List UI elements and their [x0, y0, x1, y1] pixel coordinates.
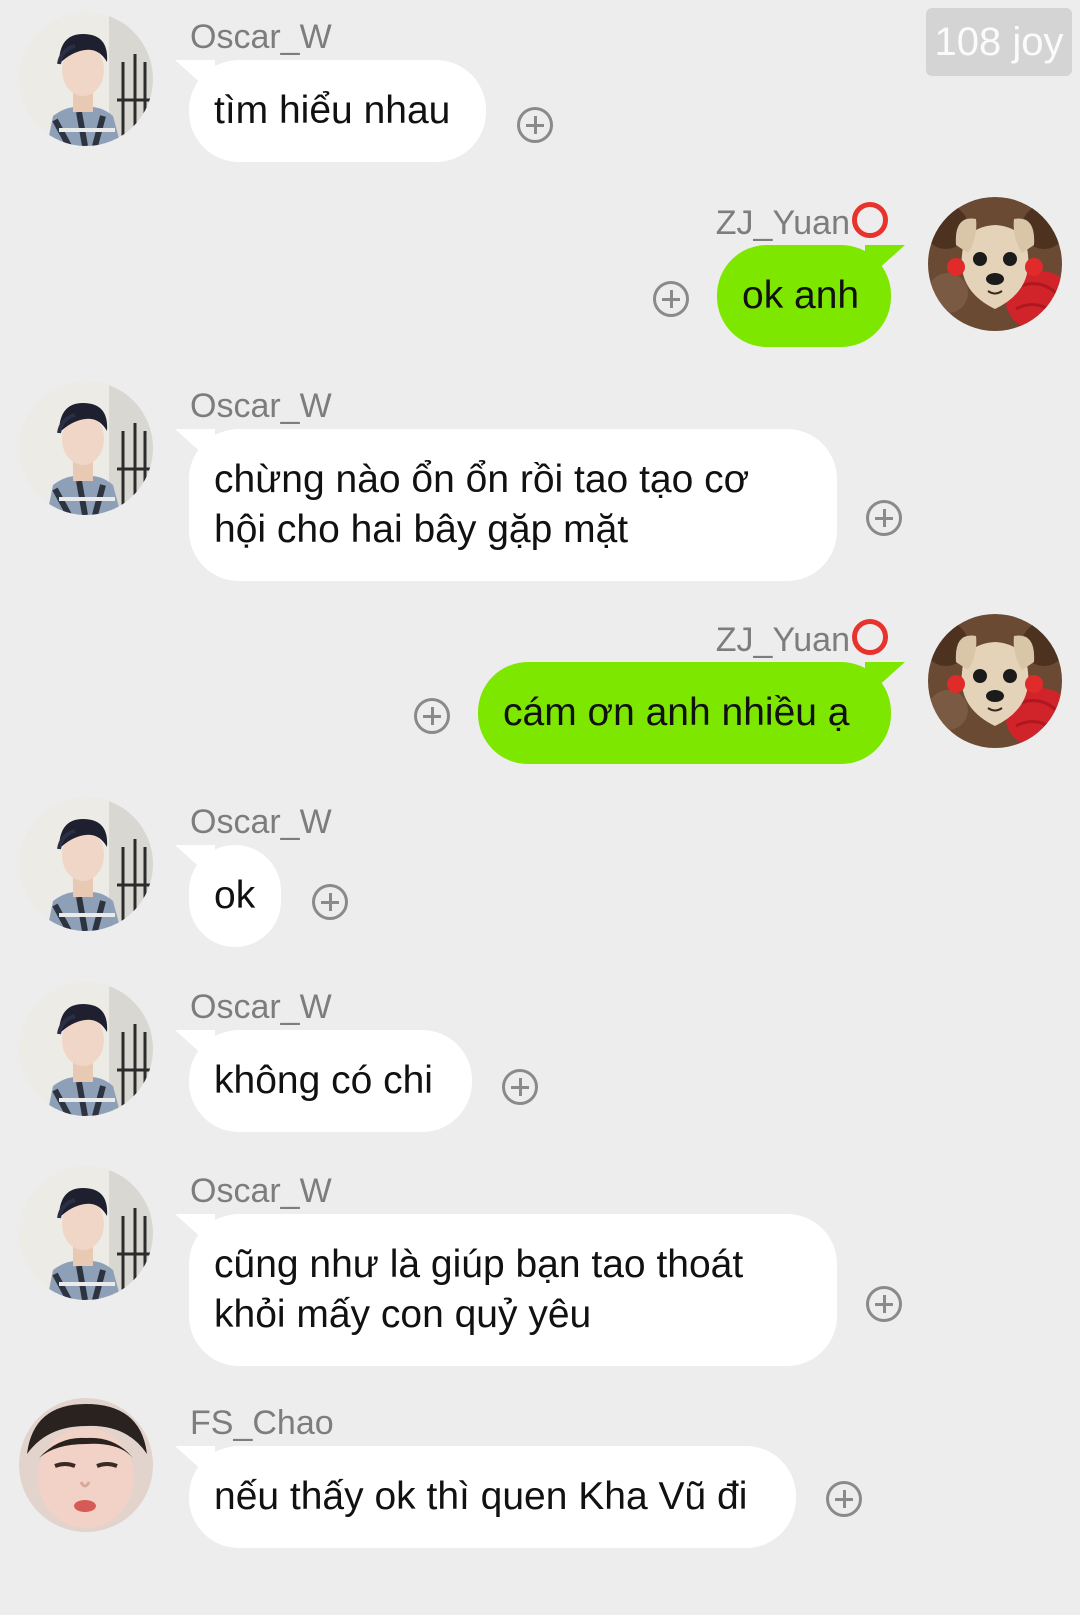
- plus-circle-icon[interactable]: [502, 1069, 538, 1105]
- sender-name: Oscar_W: [190, 988, 332, 1026]
- avatar-oscar-w[interactable]: [19, 12, 153, 146]
- plus-circle-icon[interactable]: [517, 107, 553, 143]
- reaction-count-badge: 108 joy: [926, 8, 1072, 76]
- plus-circle-icon[interactable]: [653, 281, 689, 317]
- status-ring-icon: [852, 202, 888, 238]
- plus-circle-icon[interactable]: [826, 1481, 862, 1517]
- avatar-zj-yuan[interactable]: [928, 197, 1062, 331]
- avatar-fs-chao[interactable]: [19, 1398, 153, 1532]
- plus-circle-icon[interactable]: [866, 500, 902, 536]
- sender-name: ZJ_Yuan: [716, 619, 888, 660]
- plus-circle-icon[interactable]: [414, 698, 450, 734]
- sender-name-text: ZJ_Yuan: [715, 621, 850, 659]
- plus-circle-icon[interactable]: [312, 884, 348, 920]
- avatar-oscar-w[interactable]: [19, 982, 153, 1116]
- avatar-oscar-w[interactable]: [19, 1166, 153, 1300]
- sender-name: Oscar_W: [190, 387, 332, 425]
- avatar-oscar-w[interactable]: [19, 381, 153, 515]
- sender-name: Oscar_W: [190, 803, 332, 841]
- avatar-zj-yuan[interactable]: [928, 614, 1062, 748]
- message-bubble[interactable]: tìm hiểu nhau: [189, 60, 486, 162]
- message-bubble[interactable]: không có chi: [189, 1030, 472, 1132]
- sender-name: ZJ_Yuan: [716, 202, 888, 243]
- message-bubble[interactable]: cũng như là giúp bạn tao thoát khỏi mấy …: [189, 1214, 837, 1366]
- status-ring-icon: [852, 619, 888, 655]
- message-bubble[interactable]: chừng nào ổn ổn rồi tao tạo cơ hội cho h…: [189, 429, 837, 581]
- message-bubble[interactable]: ok: [189, 845, 281, 947]
- plus-circle-icon[interactable]: [866, 1286, 902, 1322]
- sender-name: Oscar_W: [190, 18, 332, 56]
- message-bubble[interactable]: ok anh: [717, 245, 891, 347]
- message-bubble[interactable]: nếu thấy ok thì quen Kha Vũ đi: [189, 1446, 796, 1548]
- avatar-oscar-w[interactable]: [19, 797, 153, 931]
- message-bubble[interactable]: cám ơn anh nhiều ạ: [478, 662, 891, 764]
- sender-name-text: ZJ_Yuan: [715, 204, 850, 242]
- sender-name: FS_Chao: [190, 1404, 334, 1442]
- sender-name: Oscar_W: [190, 1172, 332, 1210]
